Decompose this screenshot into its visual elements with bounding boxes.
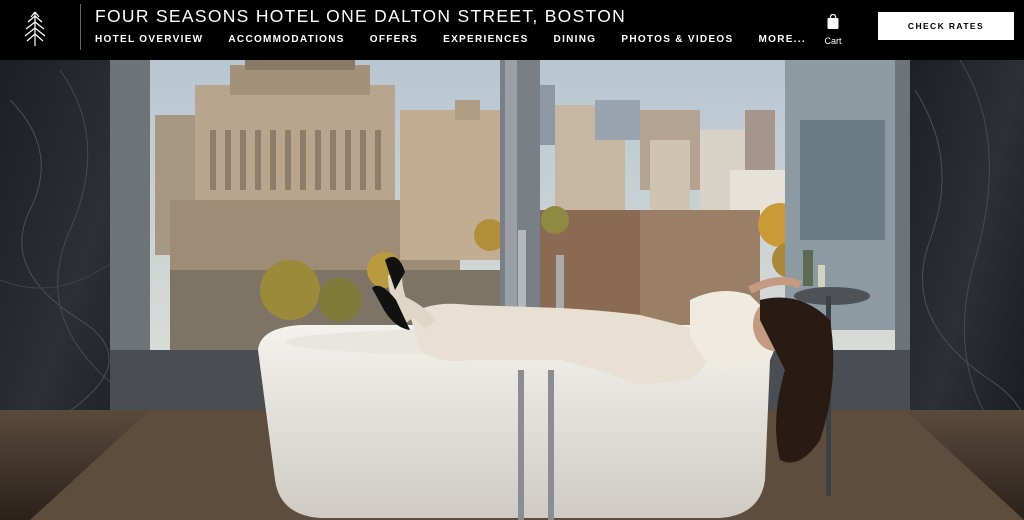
nav-accommodations[interactable]: ACCOMMODATIONS xyxy=(228,34,344,45)
header-divider xyxy=(80,4,81,50)
hotel-title[interactable]: FOUR SEASONS HOTEL ONE DALTON STREET, BO… xyxy=(95,6,626,27)
hero-image xyxy=(0,60,1024,520)
cart-label: Cart xyxy=(824,36,842,46)
check-rates-button[interactable]: CHECK RATES xyxy=(878,12,1014,40)
nav-photos-videos[interactable]: PHOTOS & VIDEOS xyxy=(621,34,733,45)
four-seasons-tree-icon[interactable] xyxy=(18,6,52,50)
site-header: FOUR SEASONS HOTEL ONE DALTON STREET, BO… xyxy=(0,0,1024,60)
nav-experiences[interactable]: EXPERIENCES xyxy=(443,34,528,45)
nav-offers[interactable]: OFFERS xyxy=(370,34,418,45)
nav-dining[interactable]: DINING xyxy=(554,34,597,45)
main-nav: HOTEL OVERVIEW ACCOMMODATIONS OFFERS EXP… xyxy=(95,34,831,45)
nav-hotel-overview[interactable]: HOTEL OVERVIEW xyxy=(95,34,203,45)
cart-button[interactable]: Cart xyxy=(818,13,848,46)
nav-more[interactable]: MORE... xyxy=(758,34,805,45)
shopping-bag-icon xyxy=(826,13,840,34)
